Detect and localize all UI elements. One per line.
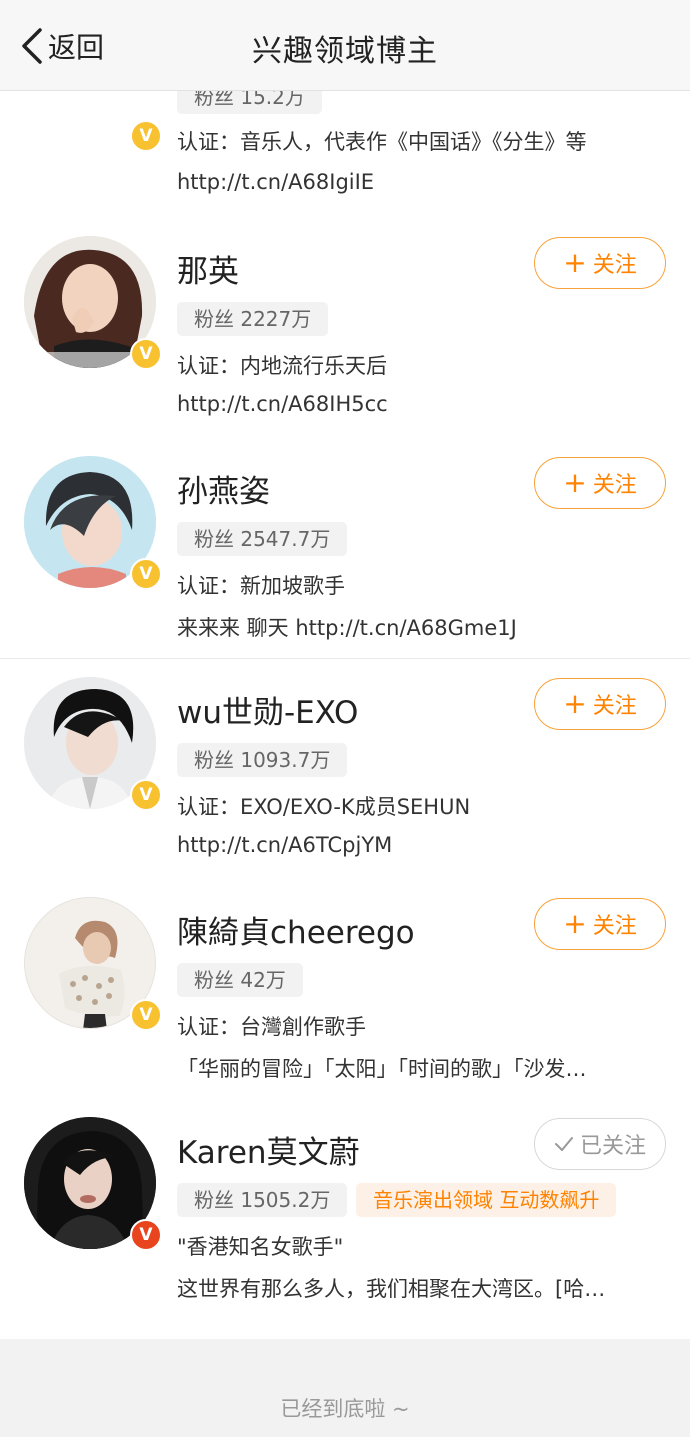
navigation-bar: 返回 兴趣领域博主 xyxy=(0,0,690,91)
fans-count: 粉丝 1505.2万 xyxy=(177,1183,348,1217)
fans-count: 粉丝 1093.7万 xyxy=(177,743,348,777)
plus-icon: + xyxy=(563,907,587,940)
profile-link[interactable]: http://t.cn/A6TCpjYM xyxy=(177,833,392,857)
list-item[interactable]: V 陳綺貞cheerego + 关注 粉丝 42万 认证：台灣創作歌手 「华丽的冒… xyxy=(0,879,690,1100)
list-item[interactable]: V wu世勋-EXO + 关注 粉丝 1093.7万 认证：EXO/EXO-K成员… xyxy=(0,659,690,880)
fans-count: 粉丝 42万 xyxy=(177,963,303,997)
verified-badge-icon: V xyxy=(130,779,162,811)
list-footer: 已经到底啦 ~ xyxy=(0,1339,690,1437)
verification-text: 认证：EXO/EXO-K成员SEHUN xyxy=(177,795,471,819)
verification-text: 认证：台灣創作歌手 xyxy=(177,1015,366,1039)
follow-button[interactable]: + 关注 xyxy=(534,457,666,509)
list-item[interactable]: V 孙燕姿 + 关注 粉丝 2547.7万 认证：新加坡歌手 来来来 聊天 htt… xyxy=(0,438,690,659)
follow-button[interactable]: + 关注 xyxy=(534,898,666,950)
page-title: 兴趣领域博主 xyxy=(252,34,438,69)
following-button[interactable]: 已关注 xyxy=(534,1118,666,1170)
end-of-list-text: 已经到底啦 ~ xyxy=(280,1397,410,1421)
user-name[interactable]: 孙燕姿 xyxy=(177,466,270,511)
plus-icon: + xyxy=(563,246,587,279)
fans-count: 粉丝 2227万 xyxy=(177,302,329,336)
profile-quote: "香港知名女歌手" xyxy=(177,1235,344,1259)
user-name[interactable]: 那英 xyxy=(177,246,239,291)
verified-badge-icon: V xyxy=(130,120,162,152)
profile-description: 这世界有那么多人，我们相聚在大湾区。[哈… xyxy=(177,1277,606,1301)
verification-text: 认证：内地流行乐天后 xyxy=(177,354,387,378)
profile-link[interactable]: 来来来 聊天 http://t.cn/A68Gme1J xyxy=(177,612,517,642)
plus-icon: + xyxy=(563,687,587,720)
verification-text: 认证：音乐人，代表作《中国话》《分生》等 xyxy=(177,130,587,154)
list-item[interactable]: V Karen莫文蔚 已关注 粉丝 1505.2万 音乐演出领域 互动数飙升 "… xyxy=(0,1099,690,1339)
fans-count: 粉丝 2547.7万 xyxy=(177,522,348,556)
verified-badge-icon: V xyxy=(130,558,162,590)
verification-text: 认证：新加坡歌手 xyxy=(177,574,345,598)
user-name[interactable]: wu世勋-EXO xyxy=(177,687,358,732)
verified-badge-icon: V xyxy=(130,338,162,370)
trend-tag: 音乐演出领域 互动数飙升 xyxy=(356,1183,617,1217)
check-icon xyxy=(554,1136,574,1152)
verified-badge-icon: V xyxy=(130,1219,162,1251)
verified-badge-icon: V xyxy=(130,999,162,1031)
user-name[interactable]: 陳綺貞cheerego xyxy=(177,907,415,952)
plus-icon: + xyxy=(563,466,587,499)
profile-link[interactable]: http://t.cn/A68IH5cc xyxy=(177,392,388,416)
list-item[interactable]: V 那英 + 关注 粉丝 2227万 认证：内地流行乐天后 http://t.cn… xyxy=(0,218,690,439)
profile-link[interactable]: http://t.cn/A68IgiIE xyxy=(177,170,374,194)
follow-button[interactable]: + 关注 xyxy=(534,237,666,289)
user-name[interactable]: Karen莫文蔚 xyxy=(177,1127,360,1172)
profile-description: 「华丽的冒险」「太阳」「时间的歌」「沙发… xyxy=(177,1057,587,1081)
follow-button[interactable]: + 关注 xyxy=(534,678,666,730)
